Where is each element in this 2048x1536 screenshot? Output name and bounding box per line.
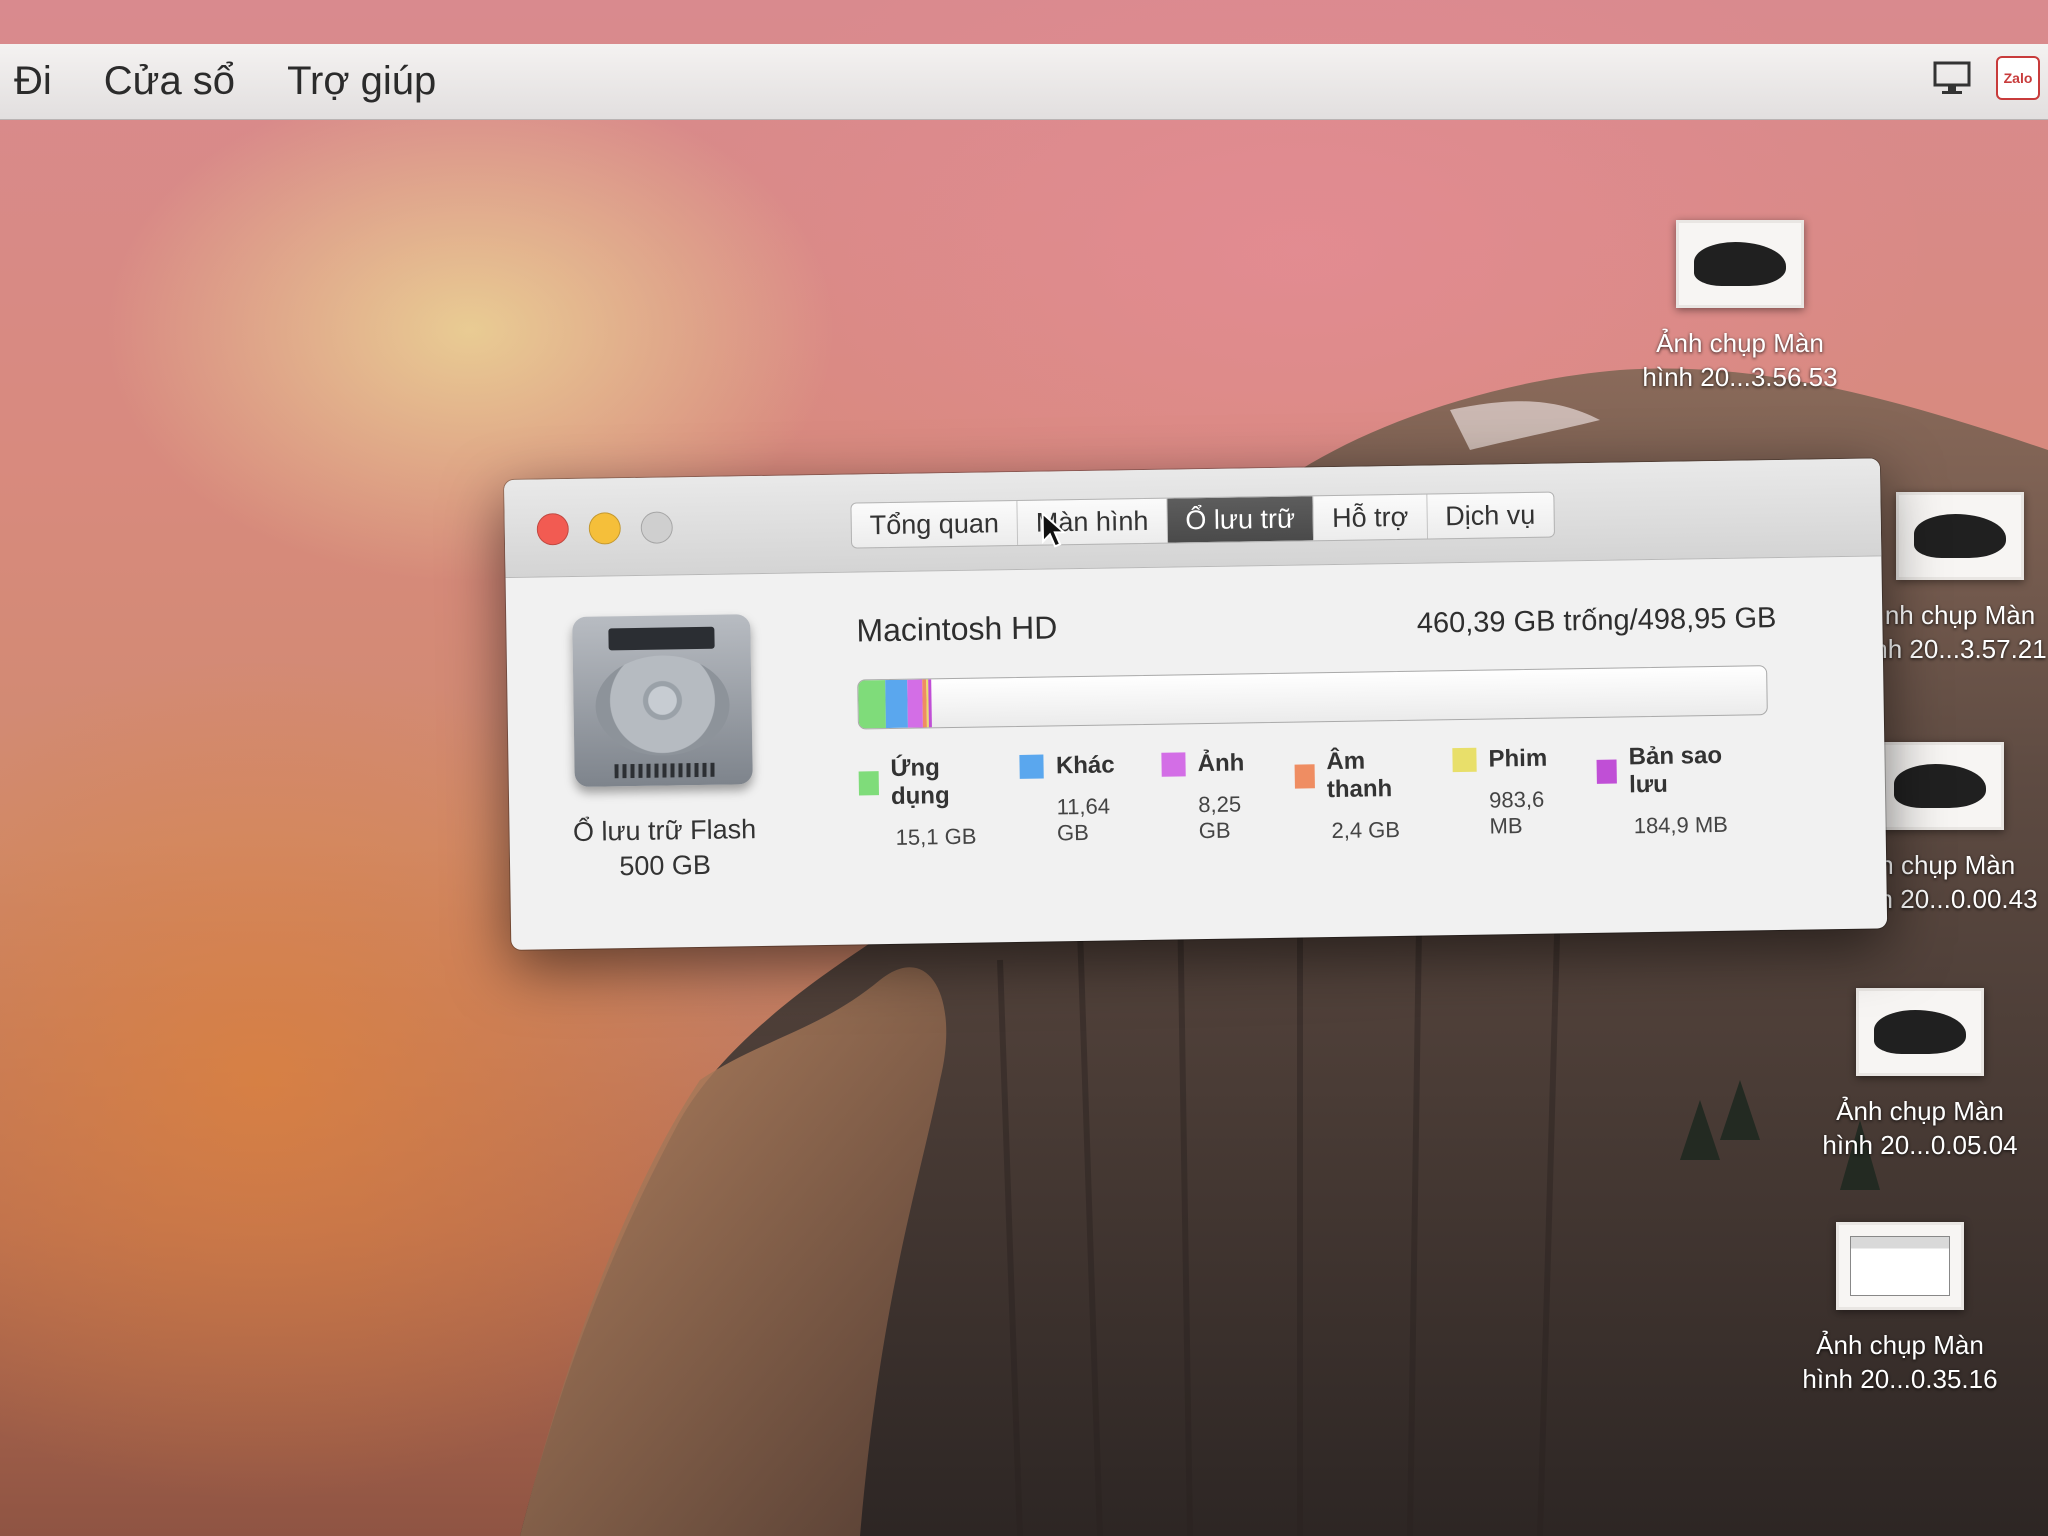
screen-image	[1850, 1236, 1950, 1296]
legend-swatch	[1596, 759, 1618, 784]
disk-info: Ổ lưu trữ Flash 500 GB	[546, 614, 780, 886]
shoe-image	[1914, 514, 2006, 558]
volume-name: Macintosh HD	[856, 609, 1058, 649]
volume-capacity: 460,39 GB trống/498,95 GB	[1416, 602, 1777, 640]
usage-segment	[906, 679, 923, 728]
legend-label: Ảnh	[1197, 749, 1245, 778]
desktop-file-label: Ảnh chụp Màn hình 20...0.05.04	[1822, 1096, 2018, 1160]
drive-platter	[594, 654, 731, 757]
menu-window[interactable]: Cửa sổ	[104, 59, 235, 104]
tab-storage[interactable]: Ổ lưu trữ	[1167, 496, 1315, 543]
legend-item: Ảnh 8,25 GB	[1161, 749, 1261, 847]
menu-help[interactable]: Trợ giúp	[287, 59, 436, 104]
zalo-icon[interactable]: Zalo	[1996, 56, 2040, 100]
shoe-image	[1894, 764, 1986, 808]
screenshot-thumbnail	[1856, 988, 1984, 1076]
screenshot-thumbnail	[1836, 1222, 1964, 1310]
legend-item: Ứng dụng 15,1 GB	[858, 753, 987, 851]
legend-swatch	[1019, 754, 1045, 779]
drive-label-plate	[608, 626, 715, 651]
legend-label: Bản sao lưu	[1628, 741, 1723, 799]
tab-service[interactable]: Dịch vụ	[1427, 493, 1554, 539]
legend-value: 15,1 GB	[895, 823, 977, 850]
shoe-image	[1694, 242, 1786, 286]
zoom-button[interactable]	[640, 511, 674, 544]
screenshot-thumbnail	[1676, 220, 1804, 308]
usage-segment	[885, 679, 908, 729]
legend-label: Phim	[1488, 744, 1548, 773]
menu-bar-status-area: Zalo	[1930, 56, 2040, 100]
close-button[interactable]	[536, 512, 570, 546]
tab-support[interactable]: Hỗ trợ	[1313, 494, 1428, 541]
desktop-file-label: Ảnh chụp Màn hình 20...0.35.16	[1802, 1330, 1998, 1394]
storage-panel: Ổ lưu trữ Flash 500 GB Macintosh HD 460,…	[506, 556, 1888, 950]
tab-overview[interactable]: Tổng quan	[851, 500, 1019, 548]
legend-value: 2,4 GB	[1331, 816, 1401, 844]
legend-item: Bản sao lưu 184,9 MB	[1596, 742, 1745, 840]
legend-item: Khác 11,64 GB	[1019, 751, 1129, 849]
disk-type: Ổ lưu trữ Flash	[572, 814, 757, 847]
screenshot-thumbnail	[1896, 492, 2024, 580]
desktop-file-label: Ảnh chụp Màn hình 20...3.56.53	[1642, 328, 1838, 392]
shoe-image	[1874, 1010, 1966, 1054]
screenshot-thumbnail	[1876, 742, 2004, 830]
legend-label: Âm thanh	[1326, 747, 1393, 804]
drive-vents	[614, 762, 715, 779]
usage-segment	[928, 679, 932, 728]
legend-value: 184,9 MB	[1633, 811, 1729, 839]
storage-usage-bar[interactable]	[857, 665, 1768, 730]
legend-item: Âm thanh 2,4 GB	[1294, 747, 1420, 845]
mouse-cursor-icon	[1041, 511, 1067, 548]
storage-legend: Ứng dụng 15,1 GB Khác 11,64 GB Ảnh 8,25 GB Âm …	[858, 741, 1779, 851]
desktop-file-icon[interactable]: Ảnh chụp Màn hình 20...3.56.53	[1610, 220, 1870, 394]
menu-bar: Đi Cửa sổ Trợ giúp Zalo	[0, 44, 2048, 120]
hard-drive-icon	[572, 614, 753, 787]
legend-item: Phim 983,6 MB	[1452, 744, 1564, 842]
about-this-mac-window: Tổng quan Màn hình Ổ lưu trữ Hỗ trợ Dịch…	[504, 458, 1888, 950]
disk-size: 500 GB	[619, 849, 712, 882]
menu-go[interactable]: Đi	[14, 59, 52, 104]
legend-swatch	[1452, 747, 1477, 773]
tab-bar: Tổng quan Màn hình Ổ lưu trữ Hỗ trợ Dịch…	[850, 491, 1555, 549]
legend-label: Khác	[1055, 751, 1115, 780]
minimize-button[interactable]	[588, 512, 622, 545]
legend-value: 8,25 GB	[1198, 791, 1242, 844]
volume-info: Macintosh HD 460,39 GB trống/498,95 GB Ứ…	[856, 598, 1780, 851]
usage-segment	[858, 680, 887, 729]
legend-value: 11,64 GB	[1056, 793, 1111, 846]
desktop-file-icon[interactable]: Ảnh chụp Màn hình 20...0.05.04	[1790, 988, 2048, 1162]
disk-name: Ổ lưu trữ Flash 500 GB	[549, 812, 780, 886]
window-controls	[536, 511, 674, 546]
desktop-file-icon[interactable]: Ảnh chụp Màn hình 20...0.35.16	[1770, 1222, 2030, 1396]
display-icon[interactable]	[1930, 56, 1974, 100]
legend-swatch	[1161, 752, 1186, 777]
legend-swatch	[1294, 764, 1315, 789]
legend-label: Ứng dụng	[890, 754, 950, 810]
legend-swatch	[858, 771, 879, 796]
legend-value: 983,6 MB	[1488, 786, 1545, 839]
